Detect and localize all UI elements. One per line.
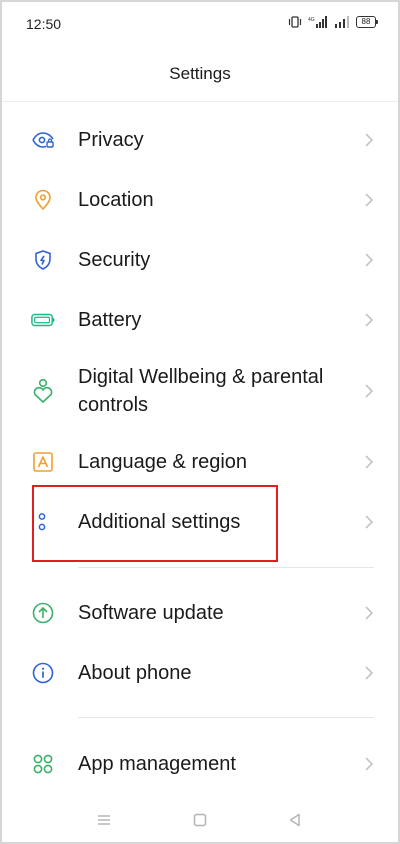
privacy-eye-lock-icon (31, 128, 55, 152)
settings-item-label: Software update (78, 602, 224, 624)
home-icon[interactable] (190, 810, 210, 830)
settings-item-digital-wellbeing[interactable]: Digital Wellbeing & parental controls (0, 362, 400, 420)
settings-item-location[interactable]: Location (0, 182, 400, 218)
settings-item-battery[interactable]: Battery (0, 302, 400, 338)
settings-item-language-region[interactable]: Language & region (0, 444, 400, 480)
settings-item-label: App management (78, 753, 236, 775)
svg-text:4G: 4G (308, 17, 315, 23)
app-grid-icon (31, 752, 55, 776)
chevron-right-icon (365, 193, 374, 207)
chevron-right-icon (365, 253, 374, 267)
battery-icon (31, 308, 55, 332)
status-bar: 12:50 4G 88 (0, 0, 400, 48)
settings-item-label: Security (78, 249, 151, 271)
chevron-right-icon (365, 313, 374, 327)
status-time: 12:50 (26, 16, 62, 32)
settings-item-label: Digital Wellbeing & parental controls (78, 366, 324, 416)
update-arrow-icon (31, 601, 55, 625)
chevron-right-icon (365, 515, 374, 529)
vibrate-icon (288, 16, 302, 28)
chevron-right-icon (365, 133, 374, 147)
language-a-icon (31, 450, 55, 474)
location-pin-icon (31, 188, 55, 212)
chevron-right-icon (365, 384, 374, 398)
chevron-right-icon (365, 606, 374, 620)
back-icon[interactable] (285, 810, 305, 830)
settings-item-label: About phone (78, 662, 192, 684)
settings-item-label: Privacy (78, 129, 144, 151)
highlight-box (32, 485, 278, 562)
divider (2, 101, 398, 102)
chevron-right-icon (365, 666, 374, 680)
status-icons: 4G 88 (288, 16, 378, 28)
divider (78, 717, 374, 718)
battery-icon: 88 (356, 16, 378, 28)
settings-item-privacy[interactable]: Privacy (0, 122, 400, 158)
settings-item-security[interactable]: Security (0, 242, 400, 278)
divider (78, 567, 374, 568)
settings-item-about-phone[interactable]: About phone (0, 655, 400, 691)
settings-item-label: Location (78, 189, 154, 211)
settings-item-label: Language & region (78, 451, 248, 473)
settings-item-software-update[interactable]: Software update (0, 595, 400, 631)
chevron-right-icon (365, 455, 374, 469)
signal-icon (335, 16, 349, 28)
menu-icon[interactable] (94, 810, 114, 830)
signal-icon: 4G (308, 16, 327, 28)
page-title: Settings (169, 64, 231, 83)
info-icon (31, 661, 55, 685)
navigation-bar (0, 800, 400, 840)
chevron-right-icon (365, 757, 374, 771)
settings-item-label: Battery (78, 309, 142, 331)
shield-icon (31, 248, 55, 272)
wellbeing-heart-person-icon (31, 378, 55, 403)
settings-item-app-management[interactable]: App management (0, 746, 400, 782)
